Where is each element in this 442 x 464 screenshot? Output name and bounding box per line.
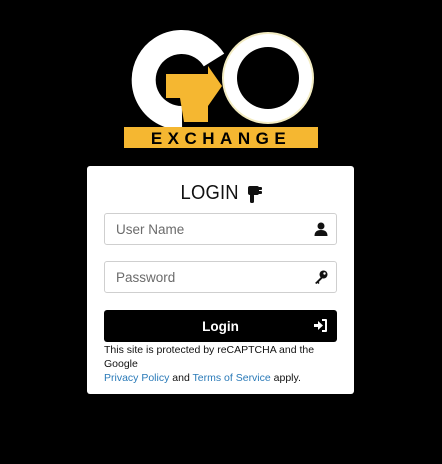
login-button[interactable]: Login <box>104 310 337 342</box>
go-exchange-logo: EXCHANGE <box>122 26 320 150</box>
logo-subtitle: EXCHANGE <box>151 129 291 148</box>
sign-in-icon <box>313 318 328 333</box>
recaptcha-notice: This site is protected by reCAPTCHA and … <box>104 343 340 385</box>
username-input[interactable] <box>105 214 336 244</box>
password-field[interactable] <box>104 261 337 293</box>
terms-of-service-link[interactable]: Terms of Service <box>193 372 271 384</box>
key-icon <box>314 270 328 284</box>
privacy-policy-link[interactable]: Privacy Policy <box>104 372 169 384</box>
login-card: LOGIN User Name Login This site is prote… <box>87 166 354 394</box>
login-page: EXCHANGE LOGIN User Name Login This site… <box>0 0 442 464</box>
recaptcha-apply: apply. <box>273 372 301 384</box>
login-button-label: Login <box>202 318 239 334</box>
login-title: LOGIN <box>180 182 239 204</box>
login-heading: LOGIN <box>87 182 354 205</box>
password-input[interactable] <box>105 262 336 292</box>
user-icon <box>314 222 328 236</box>
hand-pointer-icon <box>245 184 263 204</box>
username-field[interactable] <box>104 213 337 245</box>
recaptcha-and: and <box>172 372 190 384</box>
recaptcha-text: This site is protected by reCAPTCHA and … <box>104 344 315 370</box>
